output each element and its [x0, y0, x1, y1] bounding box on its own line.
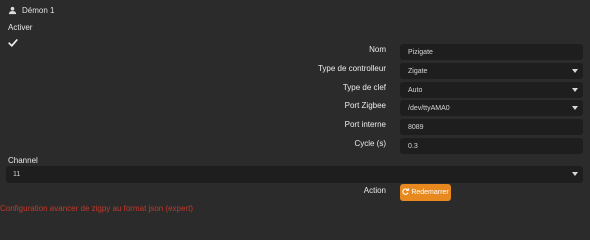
- cycle-input[interactable]: 0.3: [400, 138, 583, 154]
- action-label: Action: [363, 186, 386, 195]
- type-controleur-label: Type de controlleur: [317, 64, 386, 73]
- chevron-down-icon: [572, 172, 578, 176]
- type-controleur-select[interactable]: Zigate: [400, 63, 583, 79]
- panel-title: Démon 1: [22, 5, 55, 15]
- chevron-down-icon: [572, 88, 578, 92]
- port-zigbee-label: Port Zigbee: [344, 101, 386, 110]
- type-clef-value: Auto: [408, 86, 423, 94]
- chevron-down-icon: [572, 106, 578, 110]
- restart-button[interactable]: Redemarrer: [400, 184, 451, 201]
- type-clef-label: Type de clef: [342, 83, 386, 92]
- port-zigbee-select[interactable]: /dev/ttyAMA0: [400, 100, 583, 116]
- cycle-value: 0.3: [408, 142, 418, 150]
- port-interne-value: 8089: [408, 123, 424, 131]
- nom-input[interactable]: Pizigate: [400, 44, 583, 60]
- expert-config-link[interactable]: Configuration avancer de zigpy au format…: [0, 204, 193, 213]
- port-zigbee-value: /dev/ttyAMA0: [408, 104, 450, 112]
- panel-header: Démon 1: [8, 4, 54, 16]
- nom-label: Nom: [369, 45, 386, 54]
- channel-select[interactable]: 11: [6, 166, 583, 183]
- check-icon[interactable]: [8, 35, 18, 47]
- users-icon: [8, 6, 17, 15]
- refresh-icon: [402, 188, 410, 197]
- restart-button-label: Redemarrer: [411, 189, 449, 196]
- activer-label: Activer: [8, 23, 33, 32]
- type-controleur-value: Zigate: [408, 67, 428, 75]
- channel-value: 11: [13, 171, 21, 178]
- daemon-panel: Démon 1 Activer Nom Pizigate Type de con…: [0, 0, 590, 213]
- port-interne-input[interactable]: 8089: [400, 119, 583, 135]
- chevron-down-icon: [572, 69, 578, 73]
- channel-label: Channel: [8, 156, 38, 165]
- cycle-label: Cycle (s): [354, 139, 386, 148]
- type-clef-select[interactable]: Auto: [400, 82, 583, 98]
- nom-value: Pizigate: [408, 48, 433, 56]
- port-interne-label: Port interne: [344, 120, 386, 129]
